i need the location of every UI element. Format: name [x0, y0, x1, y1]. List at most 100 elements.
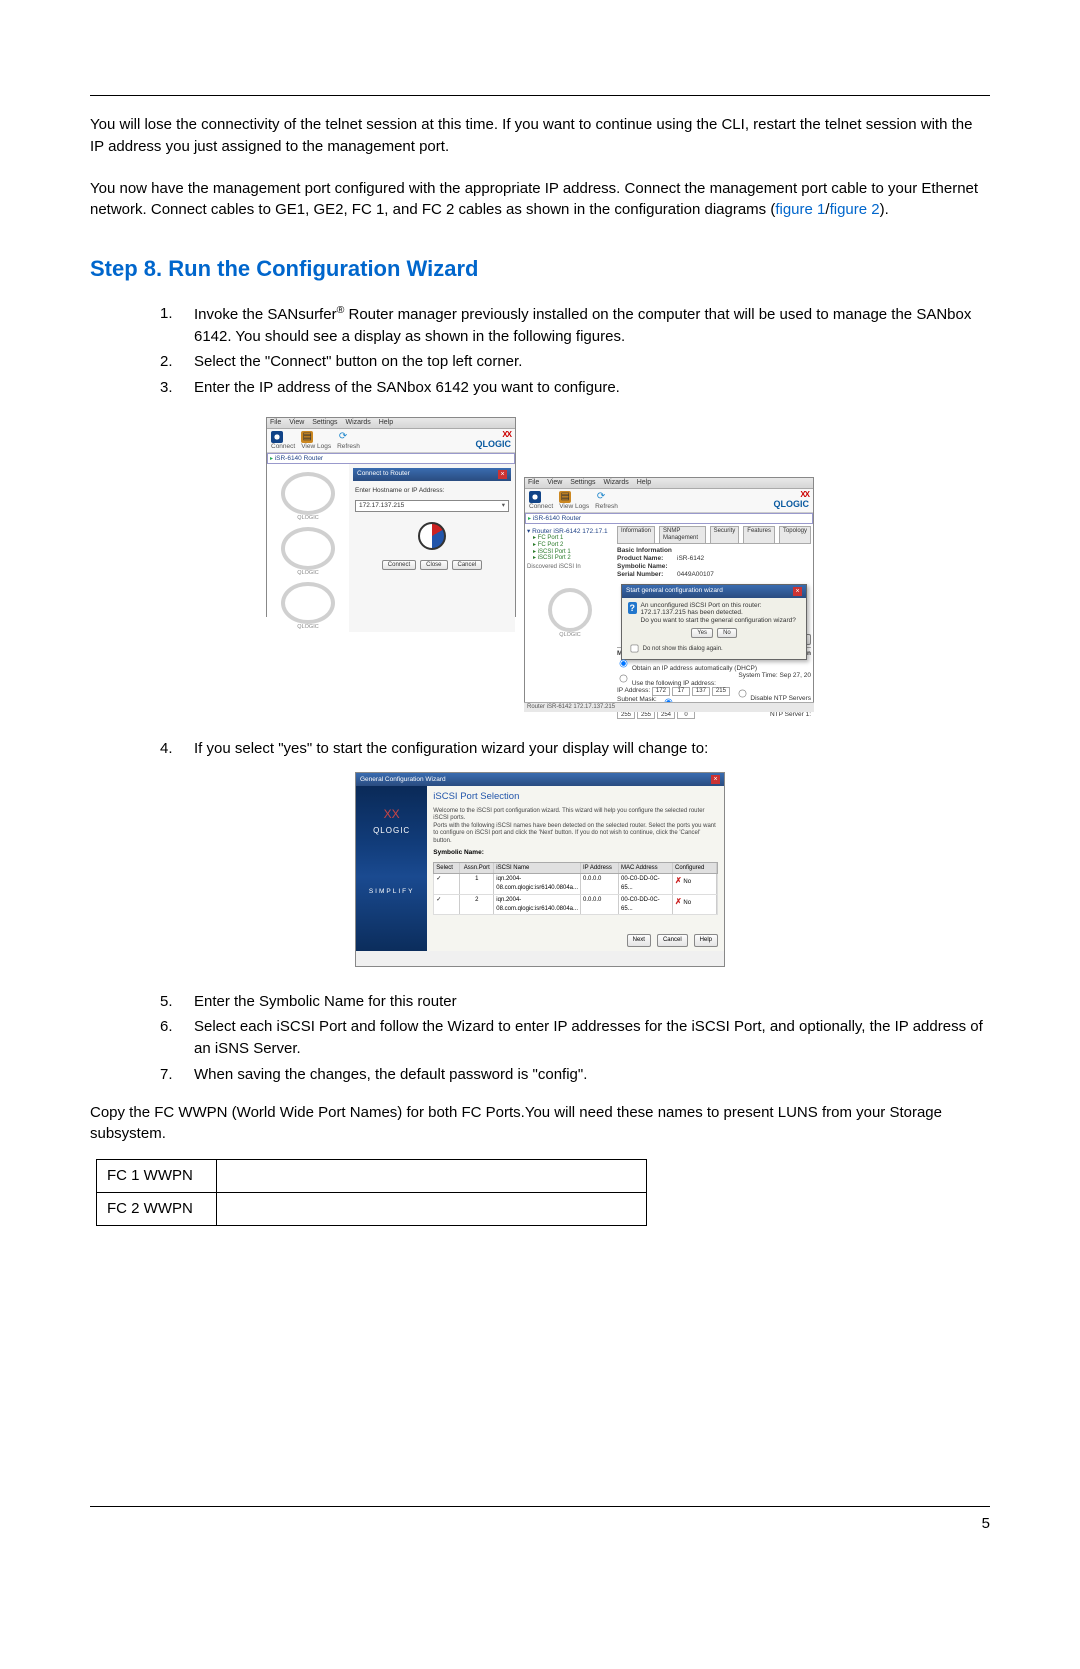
fig3-row-2[interactable]: ✓ 2 iqn.2004-08.com.qlogic:isr6140.0804a…	[433, 895, 718, 915]
red-x-icon-2: ✗	[675, 897, 682, 906]
cancel-button-2[interactable]: Cancel	[657, 934, 688, 947]
fig3-desc-1: Welcome to the iSCSI port configuration …	[433, 808, 718, 823]
page-footer: 5	[90, 1506, 990, 1535]
figure-1-window: File View Settings Wizards Help Connect …	[266, 417, 516, 617]
fig1-menubar: File View Settings Wizards Help	[267, 418, 515, 429]
ring-2: QLOGIC	[281, 527, 335, 570]
close-icon-2[interactable]: ×	[793, 587, 802, 596]
step-5: 5.Enter the Symbolic Name for this route…	[160, 991, 990, 1013]
dont-show-checkbox[interactable]	[631, 645, 639, 653]
refresh-icon-2[interactable]: ⟳	[595, 491, 607, 503]
figure-3-window: General Configuration Wizard × XX QLOGIC…	[355, 772, 725, 967]
tree-fc2[interactable]: ▸ FC Port 2	[533, 542, 613, 549]
tab-features[interactable]: Features	[743, 526, 775, 542]
tree-fc1[interactable]: ▸ FC Port 1	[533, 535, 613, 542]
dropdown-icon[interactable]: ▾	[502, 502, 505, 509]
yes-button[interactable]: Yes	[691, 628, 713, 639]
connect-button[interactable]: Connect	[382, 560, 416, 571]
fig3-window-title: General Configuration Wizard	[360, 775, 446, 784]
step-2-text: Select the "Connect" button on the top l…	[194, 351, 990, 373]
tab-security[interactable]: Security	[710, 526, 740, 542]
wwpn-row-2: FC 2 WWPN	[97, 1192, 647, 1225]
fig3-title: iSCSI Port Selection	[433, 790, 718, 804]
figure-1-link[interactable]: figure 1	[775, 201, 825, 218]
ip-input[interactable]: 172.17.137.215 ▾	[355, 500, 509, 511]
config-wizard-dialog: Start general configuration wizard × ? A…	[621, 584, 807, 660]
steps-list-b: 4. If you select "yes" to start the conf…	[160, 738, 990, 760]
connect-icon[interactable]	[271, 431, 283, 443]
step-1-num: 1.	[160, 303, 194, 348]
useip-radio[interactable]	[620, 675, 628, 683]
ring-3: QLOGIC	[281, 582, 335, 625]
wwpn-1-value	[217, 1160, 647, 1193]
step-6: 6.Select each iSCSI Port and follow the …	[160, 1016, 990, 1060]
figure-2-window: File View Settings Wizards Help Connect …	[524, 477, 814, 712]
ip-label: Enter Hostname or IP Address:	[355, 487, 509, 494]
figure-pair: File View Settings Wizards Help Connect …	[90, 417, 990, 712]
fig3-table-header: Select Assn.Port iSCSI Name IP Address M…	[433, 862, 718, 875]
dialog-line-2: Do you want to start the general configu…	[641, 617, 801, 624]
dialog-line-1: An unconfigured iSCSI Port on this route…	[641, 602, 801, 616]
close-icon[interactable]: ×	[498, 470, 507, 479]
menu-file[interactable]: File	[270, 419, 281, 426]
cancel-button[interactable]: Cancel	[452, 560, 483, 571]
fig3-content: iSCSI Port Selection Welcome to the iSCS…	[427, 786, 724, 951]
step-8-heading: Step 8. Run the Configuration Wizard	[90, 253, 990, 285]
dhcp-radio[interactable]	[620, 659, 628, 667]
wwpn-table: FC 1 WWPN FC 2 WWPN	[96, 1159, 647, 1226]
step-1-text: Invoke the SANsurfer® Router manager pre…	[194, 303, 990, 348]
ring-1: QLOGIC	[281, 472, 335, 515]
tree-discovered[interactable]: Discovered iSCSI In	[527, 564, 613, 571]
fig3-row-1[interactable]: ✓ 1 iqn.2004-08.com.qlogic:isr6140.0804a…	[433, 874, 718, 894]
tree-root[interactable]: iSR-6140 Router	[270, 455, 512, 463]
fig1-toolbar: Connect ▤ View Logs ⟳ Refresh XX QLOGIC	[267, 429, 515, 453]
refresh-icon[interactable]: ⟳	[337, 431, 349, 443]
tab-information[interactable]: Information	[617, 526, 655, 542]
connect-icon-2[interactable]	[529, 491, 541, 503]
fig3-sidebar: XX QLOGIC SIMPLIFY	[356, 786, 427, 951]
menu-view[interactable]: View	[289, 419, 304, 426]
fig1-dialog: Connect to Router × Enter Hostname or IP…	[349, 464, 515, 632]
fig2-tree-panel: ▾ Router iSR-6142 172.17.1 ▸ FC Port 1 ▸…	[525, 524, 615, 727]
wwpn-2-value	[217, 1192, 647, 1225]
qlogic-logo: XX QLOGIC	[476, 431, 512, 450]
viewlogs-icon-2[interactable]: ▤	[559, 491, 571, 503]
menu-wizards[interactable]: Wizards	[345, 419, 370, 426]
help-button[interactable]: Help	[694, 934, 718, 947]
menu-help[interactable]: Help	[379, 419, 393, 426]
tree-iscsi2[interactable]: ▸ iSCSI Port 2	[533, 555, 613, 562]
no-button[interactable]: No	[717, 628, 737, 639]
dont-show-label: Do not show this dialog again.	[643, 646, 723, 652]
step-3-num: 3.	[160, 377, 194, 399]
menu-settings[interactable]: Settings	[312, 419, 337, 426]
tab-topology[interactable]: Topology	[779, 526, 811, 542]
ip-address-value: 17217137215	[652, 687, 730, 696]
close-button[interactable]: Close	[420, 560, 447, 571]
tree-root-2[interactable]: ▾ Router iSR-6142 172.17.1	[527, 528, 613, 535]
question-icon: ?	[628, 602, 637, 614]
step-7: 7.When saving the changes, the default p…	[160, 1064, 990, 1086]
step-4: 4. If you select "yes" to start the conf…	[160, 738, 990, 760]
step-2-num: 2.	[160, 351, 194, 373]
close-icon-3[interactable]: ×	[711, 775, 720, 784]
step-3: 3. Enter the IP address of the SANbox 61…	[160, 377, 990, 399]
next-button[interactable]: Next	[627, 934, 651, 947]
paragraph-2: You now have the management port configu…	[90, 178, 990, 222]
fig2-main-panel: Information SNMP Management Security Fea…	[615, 524, 813, 727]
basic-info-heading: Basic Information	[617, 547, 811, 554]
tab-snmp[interactable]: SNMP Management	[659, 526, 706, 542]
fig2-menubar: File View Settings Wizards Help	[525, 478, 813, 489]
paragraph-1: You will lose the connectivity of the te…	[90, 114, 990, 158]
viewlogs-icon[interactable]: ▤	[301, 431, 313, 443]
figure-2-link[interactable]: figure 2	[830, 201, 880, 218]
steps-list-c: 5.Enter the Symbolic Name for this route…	[160, 991, 990, 1086]
figure-3-wrap: General Configuration Wizard × XX QLOGIC…	[90, 772, 990, 967]
step-1: 1. Invoke the SANsurfer® Router manager …	[160, 303, 990, 348]
spinner-icon	[418, 522, 446, 550]
bottom-rule	[90, 1506, 990, 1507]
steps-list-a: 1. Invoke the SANsurfer® Router manager …	[160, 303, 990, 399]
fig2-tabs: Information SNMP Management Security Fea…	[617, 526, 811, 543]
top-rule	[90, 95, 990, 96]
tree-iscsi1[interactable]: ▸ iSCSI Port 1	[533, 549, 613, 556]
p2-b: ).	[880, 201, 889, 218]
